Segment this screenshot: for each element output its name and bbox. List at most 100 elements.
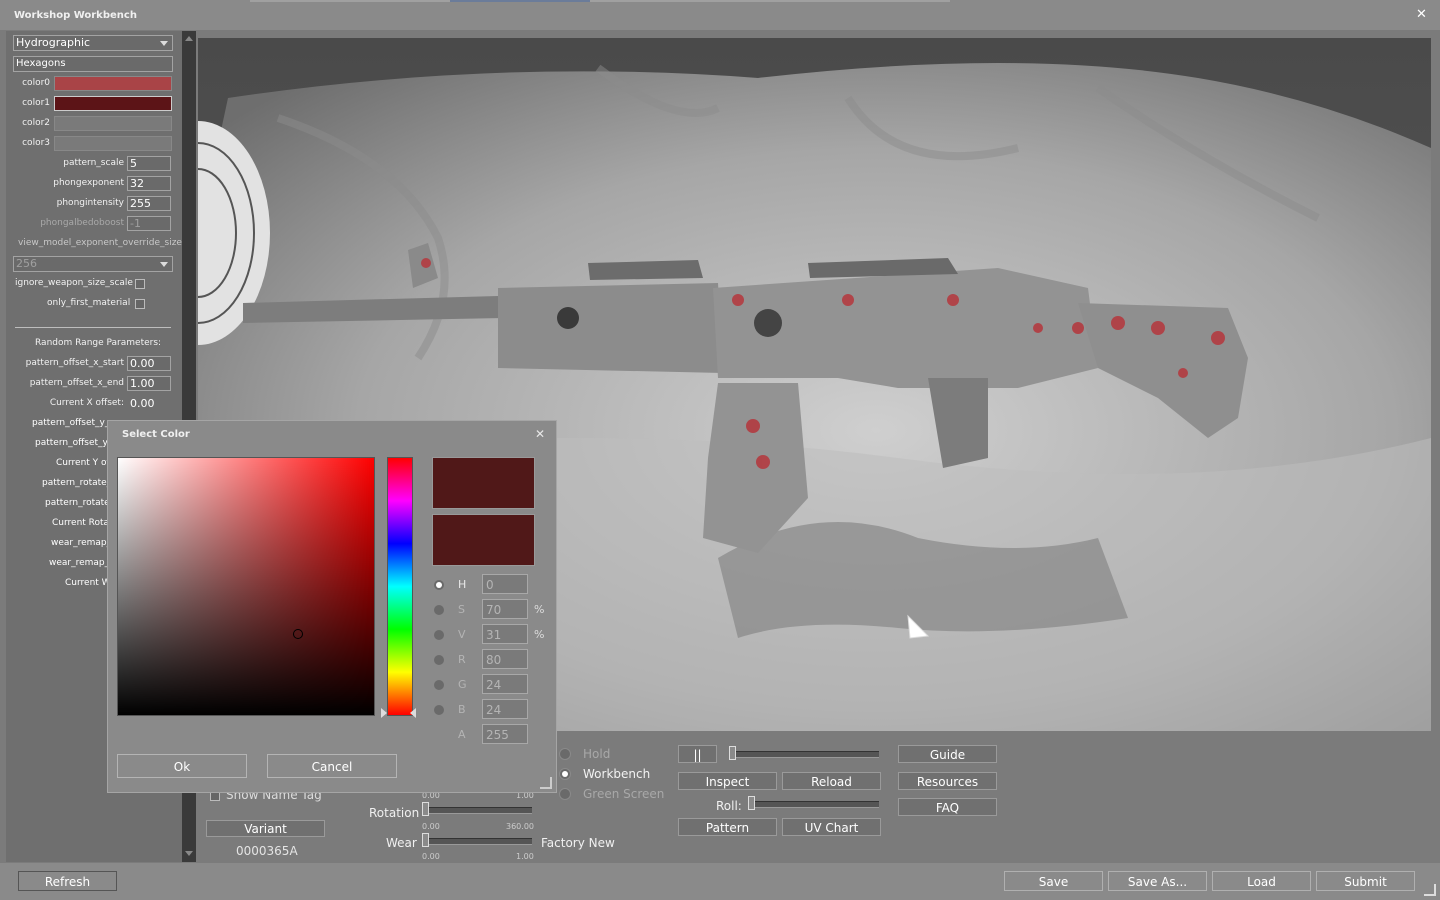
roll-label: Roll: bbox=[716, 799, 742, 813]
current-rotation-label: Current Rota bbox=[52, 518, 110, 528]
view-model-override-label: view_model_exponent_override_size bbox=[18, 238, 182, 248]
hue-input[interactable]: 0 bbox=[482, 574, 528, 594]
wear-min: 0.00 bbox=[422, 852, 440, 861]
offset-x-start-input[interactable]: 0.00 bbox=[127, 356, 171, 371]
current-x-offset-label: Current X offset: bbox=[49, 398, 124, 408]
hue-slider-right-handle[interactable] bbox=[410, 708, 416, 718]
current-y-offset-label: Current Y of bbox=[56, 458, 110, 468]
wear-slider-handle[interactable] bbox=[422, 833, 429, 847]
load-button[interactable]: Load bbox=[1212, 871, 1311, 891]
inspect-button[interactable]: Inspect bbox=[678, 772, 777, 790]
mode-green-screen-radio[interactable] bbox=[559, 788, 571, 800]
value-radio[interactable] bbox=[433, 629, 445, 641]
scroll-down-icon[interactable] bbox=[185, 851, 193, 856]
saturation-radio[interactable] bbox=[433, 604, 445, 616]
pattern-field[interactable]: Hexagons bbox=[13, 56, 173, 72]
saturation-value-picker[interactable] bbox=[117, 457, 375, 716]
saturation-label: S bbox=[458, 603, 465, 616]
material-type-dropdown[interactable]: Hydrographic bbox=[13, 35, 173, 51]
refresh-button[interactable]: Refresh bbox=[18, 871, 117, 891]
phongintensity-input[interactable]: 255 bbox=[127, 196, 171, 211]
sidebar-divider bbox=[15, 327, 171, 328]
save-as-button[interactable]: Save As... bbox=[1108, 871, 1207, 891]
select-color-dialog: Select Color ✕ H 0 S 70 % V 31 % R 80 G … bbox=[107, 420, 557, 793]
rotation-label: Rotation bbox=[369, 806, 420, 820]
mode-hold-radio[interactable] bbox=[559, 748, 571, 760]
color2-label: color2 bbox=[22, 118, 50, 128]
phongalbedoboost-input[interactable]: -1 bbox=[127, 216, 171, 231]
green-input[interactable]: 24 bbox=[482, 674, 528, 694]
rotation-slider-handle[interactable] bbox=[422, 802, 429, 816]
cancel-button[interactable]: Cancel bbox=[267, 754, 397, 778]
mode-workbench-label: Workbench bbox=[583, 767, 651, 781]
mode-green-screen-label: Green Screen bbox=[583, 787, 665, 801]
only-first-material-checkbox[interactable] bbox=[135, 299, 145, 309]
offset-y-end-label: pattern_offset_y_ bbox=[35, 438, 113, 448]
top-border bbox=[250, 0, 950, 2]
roll-slider-handle[interactable] bbox=[748, 796, 755, 810]
wear-name: Factory New bbox=[541, 836, 615, 850]
mode-workbench-radio[interactable] bbox=[559, 768, 571, 780]
hue-slider-left-handle[interactable] bbox=[381, 708, 387, 718]
hue-radio[interactable] bbox=[433, 579, 445, 591]
ignore-weapon-size-label: ignore_weapon_size_scale bbox=[15, 278, 133, 288]
color-picker-handle[interactable] bbox=[293, 629, 303, 639]
wear-remap-max-label: wear_remap_ bbox=[49, 558, 110, 568]
top-border-accent bbox=[450, 0, 590, 2]
rotate-start-label: pattern_rotate_s bbox=[42, 478, 116, 488]
blue-radio[interactable] bbox=[433, 704, 445, 716]
variant-button[interactable]: Variant bbox=[206, 820, 325, 837]
scroll-up-icon[interactable] bbox=[185, 36, 193, 41]
hue-slider[interactable] bbox=[387, 457, 413, 716]
offset-x-end-label: pattern_offset_x_end bbox=[29, 378, 124, 388]
phongexponent-input[interactable]: 32 bbox=[127, 176, 171, 191]
guide-button[interactable]: Guide bbox=[898, 745, 997, 763]
color0-swatch[interactable] bbox=[54, 76, 172, 91]
phongalbedoboost-label: phongalbedoboost bbox=[40, 218, 124, 228]
phongintensity-label: phongintensity bbox=[56, 198, 124, 208]
color1-swatch[interactable] bbox=[54, 96, 172, 111]
reload-button[interactable]: Reload bbox=[782, 772, 881, 790]
wear-label: Wear bbox=[386, 836, 417, 850]
alpha-input[interactable]: 255 bbox=[482, 724, 528, 744]
window-resize-grip-icon[interactable] bbox=[1424, 884, 1436, 896]
green-label: G bbox=[458, 678, 467, 691]
color3-swatch[interactable] bbox=[54, 136, 172, 151]
faq-button[interactable]: FAQ bbox=[898, 798, 997, 816]
red-input[interactable]: 80 bbox=[482, 649, 528, 669]
color0-label: color0 bbox=[22, 78, 50, 88]
blue-input[interactable]: 24 bbox=[482, 699, 528, 719]
pattern-button[interactable]: Pattern bbox=[678, 818, 777, 836]
animation-slider[interactable] bbox=[731, 751, 879, 758]
dialog-close-icon[interactable]: ✕ bbox=[535, 427, 545, 441]
color2-swatch[interactable] bbox=[54, 116, 172, 131]
red-radio[interactable] bbox=[433, 654, 445, 666]
view-model-override-dropdown[interactable]: 256 bbox=[13, 256, 173, 272]
wear-slider[interactable] bbox=[424, 838, 532, 845]
dialog-resize-grip-icon[interactable] bbox=[540, 777, 552, 789]
mode-hold-label: Hold bbox=[583, 747, 611, 761]
current-color-preview bbox=[432, 457, 535, 509]
uv-chart-button[interactable]: UV Chart bbox=[782, 818, 881, 836]
roll-slider[interactable] bbox=[750, 801, 879, 808]
value-input[interactable]: 31 bbox=[482, 624, 528, 644]
window-close-icon[interactable]: ✕ bbox=[1416, 7, 1427, 22]
animation-slider-handle[interactable] bbox=[729, 746, 736, 760]
pattern-scale-input[interactable]: 5 bbox=[127, 156, 171, 171]
window-title: Workshop Workbench bbox=[14, 10, 137, 21]
green-radio[interactable] bbox=[433, 679, 445, 691]
offset-x-end-input[interactable]: 1.00 bbox=[127, 376, 171, 391]
blue-label: B bbox=[458, 703, 466, 716]
pattern-scale-label: pattern_scale bbox=[63, 158, 124, 168]
submit-button[interactable]: Submit bbox=[1316, 871, 1415, 891]
random-range-header: Random Range Parameters: bbox=[35, 338, 162, 348]
rotation-max: 360.00 bbox=[506, 822, 534, 831]
saturation-input[interactable]: 70 bbox=[482, 599, 528, 619]
rotation-slider[interactable] bbox=[424, 807, 532, 814]
ok-button[interactable]: Ok bbox=[117, 754, 247, 778]
pause-button[interactable]: || bbox=[678, 745, 717, 763]
resources-button[interactable]: Resources bbox=[898, 772, 997, 790]
save-button[interactable]: Save bbox=[1004, 871, 1103, 891]
previous-color-preview bbox=[432, 514, 535, 566]
ignore-weapon-size-checkbox[interactable] bbox=[135, 279, 145, 289]
